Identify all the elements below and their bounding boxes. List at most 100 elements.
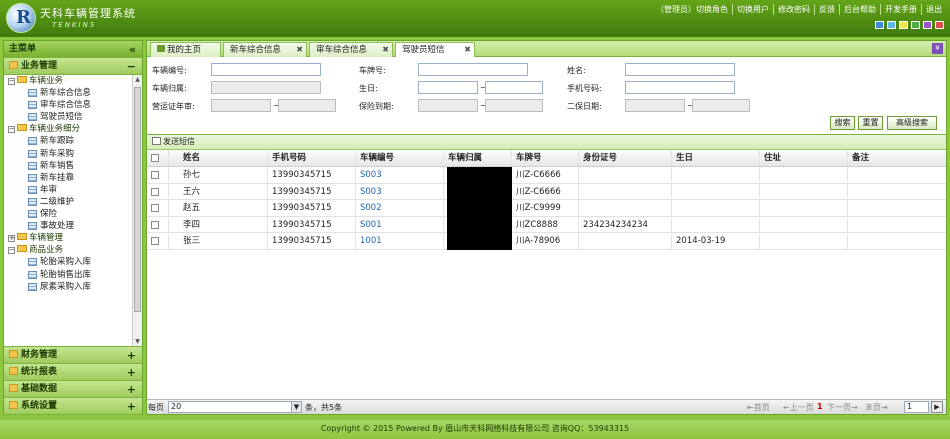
switch-role-link[interactable]: （管理员）切换角色	[652, 4, 732, 15]
skin-swatch[interactable]	[887, 21, 896, 29]
tree-item[interactable]: 新车采购	[4, 148, 132, 160]
tree-item[interactable]: 轮胎采购入库	[4, 256, 132, 268]
tree-group[interactable]: − 商品业务	[4, 244, 132, 256]
tree-expander-icon[interactable]: −	[8, 247, 15, 255]
skin-swatch[interactable]	[923, 21, 932, 29]
col-header[interactable]: 住址	[760, 150, 848, 166]
scroll-thumb[interactable]	[134, 87, 141, 312]
skin-swatch[interactable]	[911, 21, 920, 29]
vehicle-owner-select[interactable]	[211, 81, 321, 94]
table-row[interactable]: 李四 13990345715 S001 川ZC8888 234234234234	[147, 216, 946, 233]
name-input[interactable]	[625, 63, 735, 76]
col-header[interactable]: 车牌号	[512, 150, 579, 166]
second-maint-to-input[interactable]	[692, 99, 750, 112]
col-header[interactable]: 备注	[848, 150, 946, 166]
tree-item[interactable]: 轮胎销售出库	[4, 269, 132, 281]
section-reports[interactable]: 统计报表 +	[4, 364, 142, 381]
collapse-icon[interactable]: −	[127, 58, 136, 75]
tab-home[interactable]: 我的主页	[150, 42, 221, 57]
tree-item[interactable]: 新车挂靠	[4, 172, 132, 184]
license-review-to-input[interactable]	[278, 99, 336, 112]
plate-input[interactable]	[418, 63, 528, 76]
next-page-link[interactable]: 下一页→	[827, 402, 858, 413]
last-page-link[interactable]: 末页⇥	[865, 402, 888, 413]
close-icon[interactable]: ✖	[382, 43, 389, 57]
first-page-link[interactable]: ⇤首页	[747, 402, 770, 413]
go-page-icon[interactable]: ▶	[931, 401, 943, 413]
expand-icon[interactable]: +	[127, 364, 136, 381]
table-row[interactable]: 赵五 13990345715 S002 川Z-C9999	[147, 200, 946, 217]
prev-page-link[interactable]: ←上一页	[783, 402, 814, 413]
col-header[interactable]: 车辆编号	[356, 150, 444, 166]
expand-icon[interactable]: +	[127, 347, 136, 364]
tree-expander-icon[interactable]: +	[8, 235, 15, 243]
vehicle-no-input[interactable]	[211, 63, 321, 76]
license-review-from-input[interactable]	[211, 99, 271, 112]
row-checkbox[interactable]	[151, 171, 159, 179]
tree-item[interactable]: 新车跟踪	[4, 135, 132, 147]
tree-group[interactable]: − 车辆业务	[4, 75, 132, 87]
feedback-link[interactable]: 反馈	[814, 4, 839, 15]
tree-item[interactable]: 二级维护	[4, 196, 132, 208]
insurance-to-input[interactable]	[485, 99, 543, 112]
logout-link[interactable]: 退出	[921, 4, 946, 15]
tab-new-car-info[interactable]: 新车综合信息 ✖	[223, 42, 307, 57]
col-header[interactable]: 姓名	[179, 150, 268, 166]
tree-group[interactable]: − 车辆业务细分	[4, 123, 132, 135]
switch-user-link[interactable]: 切换用户	[732, 4, 773, 15]
tab-menu-icon[interactable]: ¥	[932, 43, 943, 54]
scroll-down-icon[interactable]: ▼	[134, 338, 141, 346]
cell-vehicle-no[interactable]: S003	[356, 167, 444, 183]
send-sms-button[interactable]: 发送短信	[152, 136, 195, 148]
jump-page-input[interactable]: 1	[904, 401, 929, 413]
cell-vehicle-no[interactable]: S002	[356, 200, 444, 216]
cell-vehicle-no[interactable]: 1001	[356, 233, 444, 249]
cell-vehicle-no[interactable]: S001	[356, 216, 444, 232]
section-business[interactable]: 业务管理 −	[4, 58, 142, 75]
close-icon[interactable]: ✖	[464, 43, 471, 57]
birthday-from-input[interactable]	[418, 81, 478, 94]
collapse-sidebar-icon[interactable]: «	[129, 41, 136, 58]
row-checkbox[interactable]	[151, 187, 159, 196]
col-header[interactable]: 身份证号	[579, 150, 672, 166]
tab-inspection-info[interactable]: 审车综合信息 ✖	[309, 42, 393, 57]
scroll-up-icon[interactable]: ▲	[134, 76, 141, 84]
insurance-from-input[interactable]	[418, 99, 478, 112]
section-settings[interactable]: 系统设置 +	[4, 398, 142, 415]
expand-icon[interactable]: +	[127, 381, 136, 398]
reset-button[interactable]: 重置	[858, 116, 883, 130]
table-row[interactable]: 张三 13990345715 1001 川A-78906 2014-03-19	[147, 233, 946, 250]
tree-group[interactable]: + 车辆管理	[4, 232, 132, 244]
table-row[interactable]: 王六 13990345715 S003 川Z-C6666	[147, 183, 946, 200]
skin-swatch[interactable]	[935, 21, 944, 29]
row-checkbox[interactable]	[151, 237, 159, 245]
table-row[interactable]: 孙七 13990345715 S003 川Z-C6666	[147, 167, 946, 184]
close-icon[interactable]: ✖	[296, 43, 303, 57]
cell-vehicle-no[interactable]: S003	[356, 183, 444, 199]
dev-manual-link[interactable]: 开发手册	[880, 4, 921, 15]
col-header[interactable]: 车辆归属	[444, 150, 512, 166]
tree-item[interactable]: 事故处理	[4, 220, 132, 232]
tree-item[interactable]: 尿素采购入库	[4, 281, 132, 293]
chevron-down-icon[interactable]: ▼	[291, 402, 301, 412]
select-all-checkbox[interactable]	[151, 154, 159, 162]
skin-swatch[interactable]	[875, 21, 884, 29]
tab-driver-sms[interactable]: 驾驶员短信 ✖	[395, 42, 475, 58]
phone-input[interactable]	[625, 81, 735, 94]
tree-expander-icon[interactable]: −	[8, 126, 15, 134]
tree-item[interactable]: 年审	[4, 184, 132, 196]
col-header[interactable]: 生日	[672, 150, 760, 166]
tree-item[interactable]: 保险	[4, 208, 132, 220]
col-header[interactable]: 手机号码	[268, 150, 356, 166]
birthday-to-input[interactable]	[485, 81, 543, 94]
tree-scrollbar[interactable]: ▲ ▼	[132, 75, 142, 346]
admin-help-link[interactable]: 后台帮助	[839, 4, 880, 15]
tree-expander-icon[interactable]: −	[8, 78, 15, 85]
section-basic-data[interactable]: 基础数据 +	[4, 381, 142, 398]
search-button[interactable]: 搜索	[830, 116, 855, 130]
row-checkbox[interactable]	[151, 220, 159, 229]
expand-icon[interactable]: +	[127, 398, 136, 415]
tree-item[interactable]: 审车综合信息	[4, 99, 132, 111]
advanced-search-button[interactable]: 高级搜索	[887, 116, 937, 130]
skin-swatch[interactable]	[899, 21, 908, 29]
